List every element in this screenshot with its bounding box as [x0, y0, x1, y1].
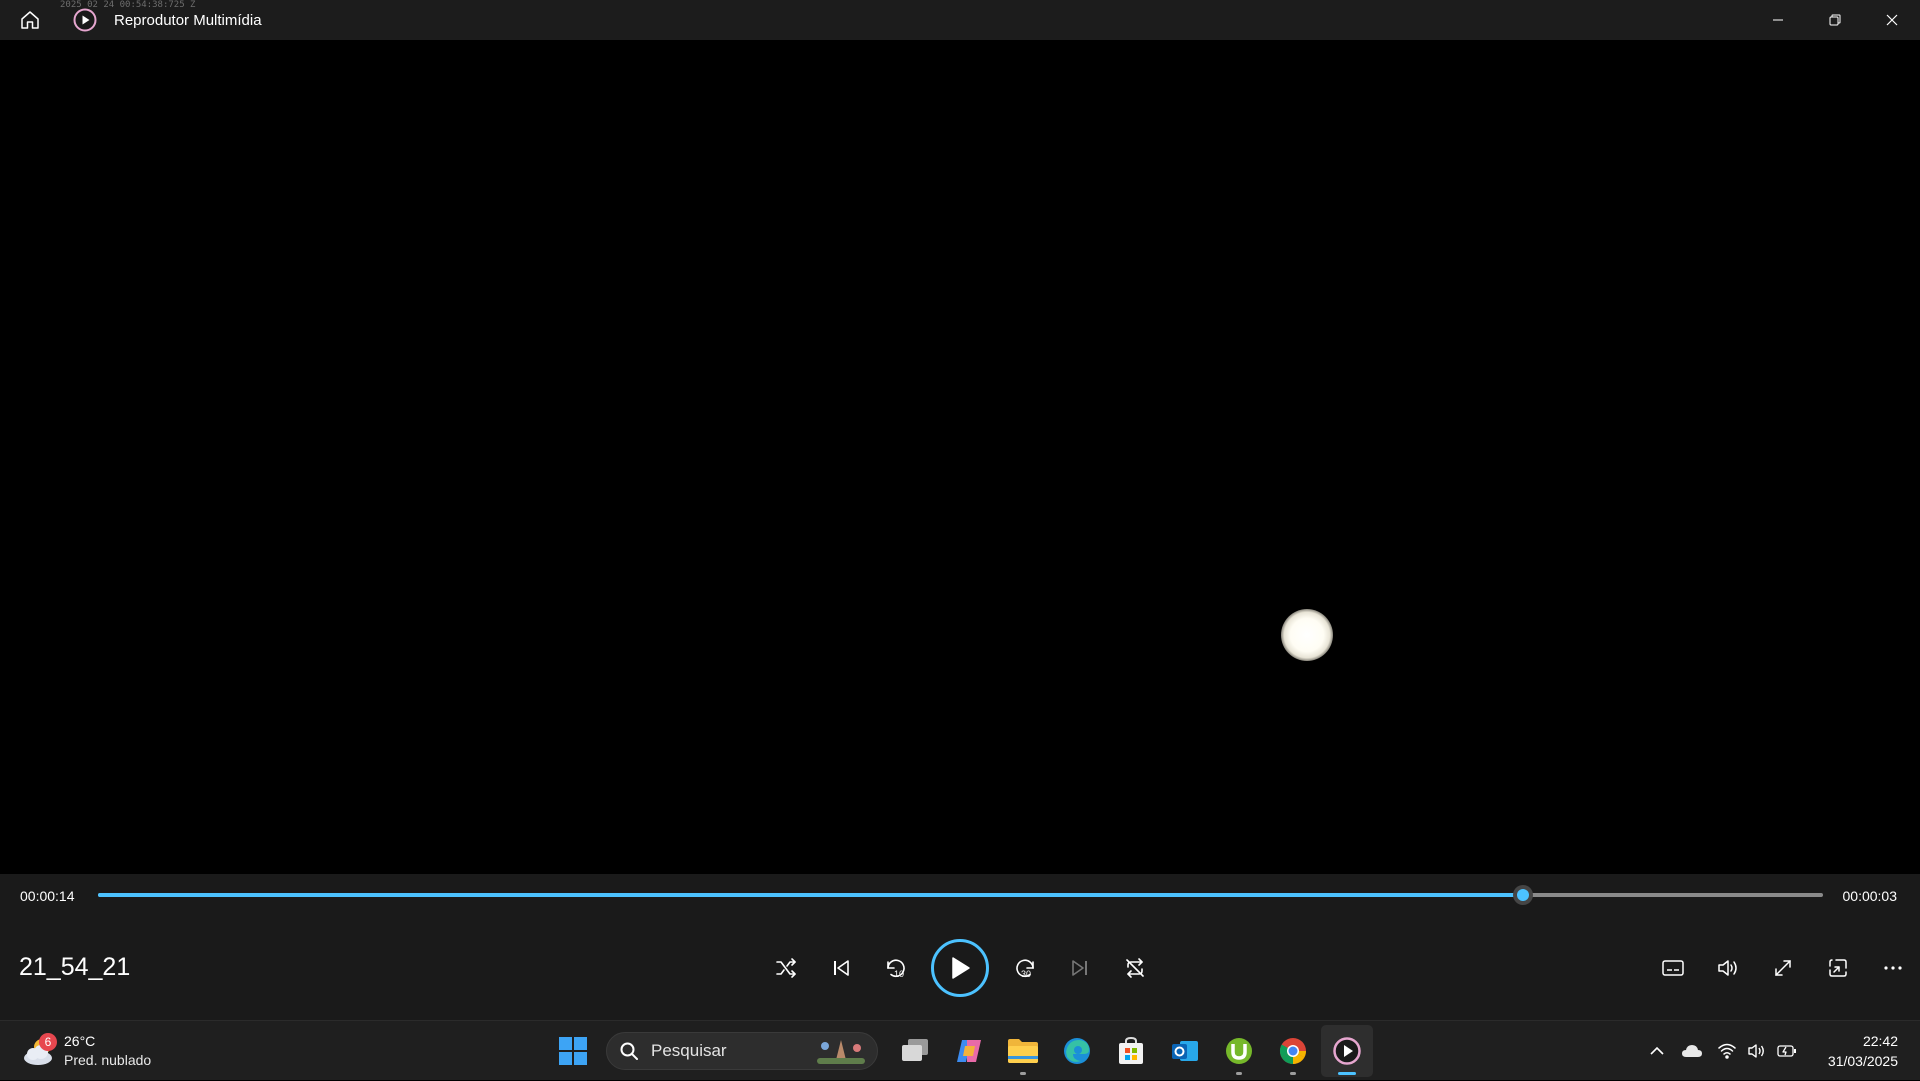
seek-bar-progress	[98, 893, 1523, 897]
miniplayer-icon	[1828, 959, 1847, 977]
weather-widget[interactable]: 6 26°C Pred. nublado	[20, 1027, 151, 1075]
running-indicator	[1236, 1072, 1242, 1075]
media-player-icon	[1333, 1037, 1361, 1065]
running-indicator-active	[1338, 1072, 1356, 1075]
onedrive-tray-button[interactable]	[1672, 1031, 1712, 1071]
shuffle-button[interactable]	[758, 941, 813, 996]
restore-button[interactable]	[1806, 0, 1863, 40]
minimize-icon	[1772, 19, 1783, 21]
rewind-10-icon: 10	[886, 959, 905, 979]
title-bar: 2025 02 24 00:54:38:725 Z Reprodutor Mul…	[0, 0, 1920, 40]
svg-text:30: 30	[1021, 969, 1031, 979]
playback-controls: 10 30	[758, 936, 1162, 1000]
system-tray: 22:42 31/03/2025	[1642, 1021, 1920, 1081]
search-icon	[620, 1042, 638, 1060]
outlook-icon	[1172, 1041, 1198, 1061]
search-placeholder: Pesquisar	[651, 1041, 727, 1060]
taskbar-task-view[interactable]	[889, 1025, 941, 1077]
timestamp-watermark: 2025 02 24 00:54:38:725 Z	[60, 0, 196, 10]
video-surface[interactable]	[0, 40, 1920, 874]
folder-icon	[1008, 1039, 1038, 1063]
store-icon	[1119, 1036, 1143, 1064]
remaining-time: 00:00:03	[1842, 888, 1898, 904]
more-icon	[1883, 966, 1902, 970]
running-indicator	[1290, 1072, 1296, 1075]
taskbar: 6 26°C Pred. nublado Pesquisar 22:42 31/…	[0, 1020, 1920, 1080]
battery-tray-button[interactable]	[1772, 1031, 1802, 1071]
battery-charging-icon	[1777, 1045, 1796, 1057]
previous-icon	[833, 960, 849, 976]
taskbar-outlook[interactable]	[1159, 1025, 1211, 1077]
seek-bar[interactable]	[98, 885, 1823, 905]
home-icon	[21, 11, 39, 29]
weather-temperature: 26°C	[64, 1033, 96, 1049]
repeat-icon	[1125, 958, 1144, 978]
speaker-icon	[1748, 1044, 1764, 1058]
search-highlight-icon	[817, 1040, 865, 1064]
secondary-controls	[1645, 944, 1920, 992]
window-title: Reprodutor Multimídia	[114, 11, 262, 29]
task-view-icon	[902, 1039, 928, 1061]
shuffle-icon	[775, 958, 796, 978]
home-button[interactable]	[0, 0, 60, 40]
close-button[interactable]	[1863, 0, 1920, 40]
taskbar-media-player[interactable]	[1321, 1025, 1373, 1077]
volume-tray-button[interactable]	[1742, 1031, 1772, 1071]
running-indicator	[1020, 1072, 1026, 1075]
volume-button[interactable]	[1700, 944, 1755, 992]
repeat-button[interactable]	[1107, 941, 1162, 996]
restore-icon	[1829, 14, 1840, 26]
taskbar-utorrent[interactable]	[1213, 1025, 1265, 1077]
taskbar-chrome[interactable]	[1267, 1025, 1319, 1077]
window-controls	[1749, 0, 1920, 40]
taskbar-file-explorer[interactable]	[997, 1025, 1049, 1077]
weather-alert-badge: 6	[39, 1033, 57, 1051]
svg-text:10: 10	[894, 969, 904, 979]
start-button[interactable]	[547, 1025, 599, 1077]
utorrent-icon	[1226, 1038, 1252, 1064]
play-icon	[952, 957, 970, 979]
taskbar-search[interactable]: Pesquisar	[606, 1032, 878, 1070]
media-title: 21_54_21	[19, 953, 131, 981]
onedrive-cloud-icon	[1682, 1045, 1702, 1057]
weather-icon: 6	[20, 1032, 58, 1070]
close-icon	[1886, 14, 1897, 26]
forward-30-icon: 30	[1015, 959, 1034, 979]
fullscreen-icon	[1774, 960, 1791, 976]
subtitles-icon	[1661, 960, 1684, 976]
elapsed-time: 00:00:14	[20, 888, 75, 904]
taskbar-copilot[interactable]	[943, 1025, 995, 1077]
play-button[interactable]	[931, 939, 989, 997]
video-bright-object	[1281, 609, 1333, 661]
taskbar-microsoft-store[interactable]	[1105, 1025, 1157, 1077]
clock[interactable]: 22:42 31/03/2025	[1802, 1031, 1920, 1071]
taskbar-edge[interactable]	[1051, 1025, 1103, 1077]
subtitles-button[interactable]	[1645, 944, 1700, 992]
fullscreen-button[interactable]	[1755, 944, 1810, 992]
copilot-icon	[957, 1040, 981, 1062]
previous-button[interactable]	[813, 941, 868, 996]
next-button[interactable]	[1052, 941, 1107, 996]
show-hidden-icons-button[interactable]	[1642, 1031, 1672, 1071]
chrome-icon	[1279, 1038, 1307, 1065]
seek-bar-thumb[interactable]	[1512, 885, 1533, 905]
windows-start-icon	[559, 1037, 587, 1065]
player-controls: 00:00:14 00:00:03 21_54_21 10 30	[0, 874, 1920, 1020]
next-icon	[1071, 960, 1087, 976]
taskbar-apps: Pesquisar	[546, 1025, 1374, 1077]
wifi-icon	[1718, 1043, 1736, 1059]
clock-date: 31/03/2025	[1827, 1053, 1898, 1069]
rewind-10-button[interactable]: 10	[868, 941, 923, 996]
edge-icon	[1064, 1038, 1090, 1064]
clock-time: 22:42	[1862, 1033, 1898, 1049]
chevron-up-icon	[1650, 1046, 1664, 1055]
volume-icon	[1717, 960, 1737, 976]
minimize-button[interactable]	[1749, 0, 1806, 40]
more-options-button[interactable]	[1865, 944, 1920, 992]
weather-condition: Pred. nublado	[64, 1052, 152, 1068]
wifi-tray-button[interactable]	[1712, 1031, 1742, 1071]
miniplayer-button[interactable]	[1810, 944, 1865, 992]
forward-30-button[interactable]: 30	[997, 941, 1052, 996]
